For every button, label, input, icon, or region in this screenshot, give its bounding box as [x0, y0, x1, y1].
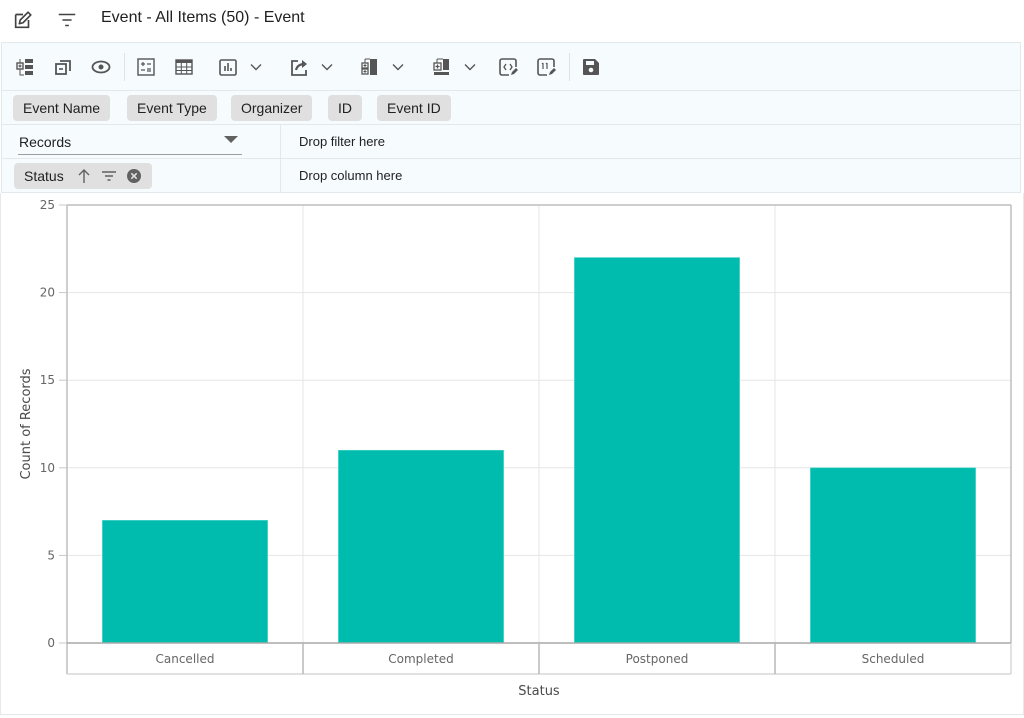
bar	[574, 257, 740, 644]
bar	[102, 520, 268, 644]
field-list-row: Event Name Event Type Organizer ID Event…	[2, 91, 1020, 125]
number-format-icon	[536, 57, 556, 77]
chevron-down-icon	[392, 63, 404, 71]
bar-chart-icon	[218, 57, 238, 77]
bar	[338, 449, 504, 644]
eye-icon	[91, 57, 111, 77]
export-button[interactable]	[289, 55, 333, 79]
values-row: Records Drop filter here	[2, 125, 1020, 159]
toolbar	[2, 43, 1020, 91]
edit-icon[interactable]	[11, 8, 35, 32]
collapse-icon	[53, 57, 73, 77]
filter-icon[interactable]	[101, 168, 117, 184]
conditional-format-button[interactable]	[498, 55, 518, 79]
y-tick-label: 15	[40, 373, 55, 387]
grid-view-button[interactable]	[174, 55, 194, 79]
caret-down-icon	[224, 136, 238, 143]
calculated-field-button[interactable]	[136, 55, 156, 79]
x-tick-label: Postponed	[626, 652, 689, 666]
x-axis-title: Status	[518, 684, 560, 699]
filter-icon[interactable]	[55, 8, 79, 32]
y-tick-label: 10	[40, 461, 55, 475]
field-chip-event-type[interactable]: Event Type	[127, 95, 217, 121]
column-chip-label: Status	[24, 168, 64, 184]
preview-button[interactable]	[91, 55, 111, 79]
y-axis: 0 5 10 15 20 25	[40, 198, 67, 650]
bar-chart: 0 5 10 15 20 25 Cancelled Completed Postponed Sc…	[19, 198, 1012, 699]
y-tick-label: 0	[47, 636, 55, 650]
y-tick-label: 25	[40, 198, 55, 212]
x-tick-label: Completed	[388, 652, 453, 666]
field-chip-event-name[interactable]: Event Name	[13, 95, 111, 121]
field-chip-event-id[interactable]: Event ID	[377, 95, 451, 121]
toolbar-separator	[124, 53, 125, 81]
table-icon	[174, 57, 194, 77]
chevron-down-icon	[464, 63, 476, 71]
x-tick-label: Scheduled	[862, 652, 925, 666]
field-list-button[interactable]	[15, 55, 35, 79]
field-list-icon	[15, 57, 35, 77]
subtotals-button[interactable]	[360, 55, 404, 79]
bar	[810, 467, 976, 644]
toolbar-separator	[569, 53, 570, 81]
title-bar: Event - All Items (50) - Event	[0, 0, 1024, 40]
x-tick-label: Cancelled	[156, 652, 215, 666]
chart-type-button[interactable]	[218, 55, 262, 79]
values-select-value: Records	[19, 134, 72, 150]
number-format-button[interactable]	[536, 55, 556, 79]
pivot-panel: Event Name Event Type Organizer ID Event…	[1, 42, 1021, 193]
field-chip-organizer[interactable]: Organizer	[231, 95, 313, 121]
x-axis: Cancelled Completed Postponed Scheduled	[67, 642, 1012, 675]
save-button[interactable]	[581, 55, 601, 79]
export-icon	[289, 57, 309, 77]
page-title: Event - All Items (50) - Event	[101, 9, 305, 26]
y-tick-label: 20	[40, 286, 55, 300]
chart-container: 0 5 10 15 20 25 Cancelled Completed Postponed Sc…	[0, 193, 1024, 715]
grand-totals-icon	[432, 57, 452, 77]
y-axis-title: Count of Records	[19, 368, 34, 479]
sort-ascending-icon[interactable]	[76, 168, 92, 184]
column-drop-zone[interactable]: Drop column here	[299, 168, 402, 183]
chevron-down-icon	[321, 63, 333, 71]
row-divider	[280, 125, 281, 158]
collapse-button[interactable]	[53, 55, 73, 79]
remove-icon[interactable]	[126, 168, 142, 184]
column-chip-status[interactable]: Status	[14, 163, 152, 189]
grand-totals-button[interactable]	[432, 55, 476, 79]
toolbar-spacer	[269, 53, 270, 81]
filter-drop-zone[interactable]: Drop filter here	[299, 134, 385, 149]
chevron-down-icon	[250, 63, 262, 71]
calculator-icon	[136, 57, 156, 77]
row-divider	[280, 159, 281, 193]
subtotals-icon	[360, 57, 380, 77]
code-edit-icon	[498, 57, 518, 77]
values-select[interactable]: Records	[18, 131, 242, 155]
columns-row: Status Drop column here	[2, 159, 1020, 193]
field-chip-id[interactable]: ID	[328, 95, 362, 121]
save-icon	[581, 57, 601, 77]
y-tick-label: 5	[47, 548, 55, 562]
